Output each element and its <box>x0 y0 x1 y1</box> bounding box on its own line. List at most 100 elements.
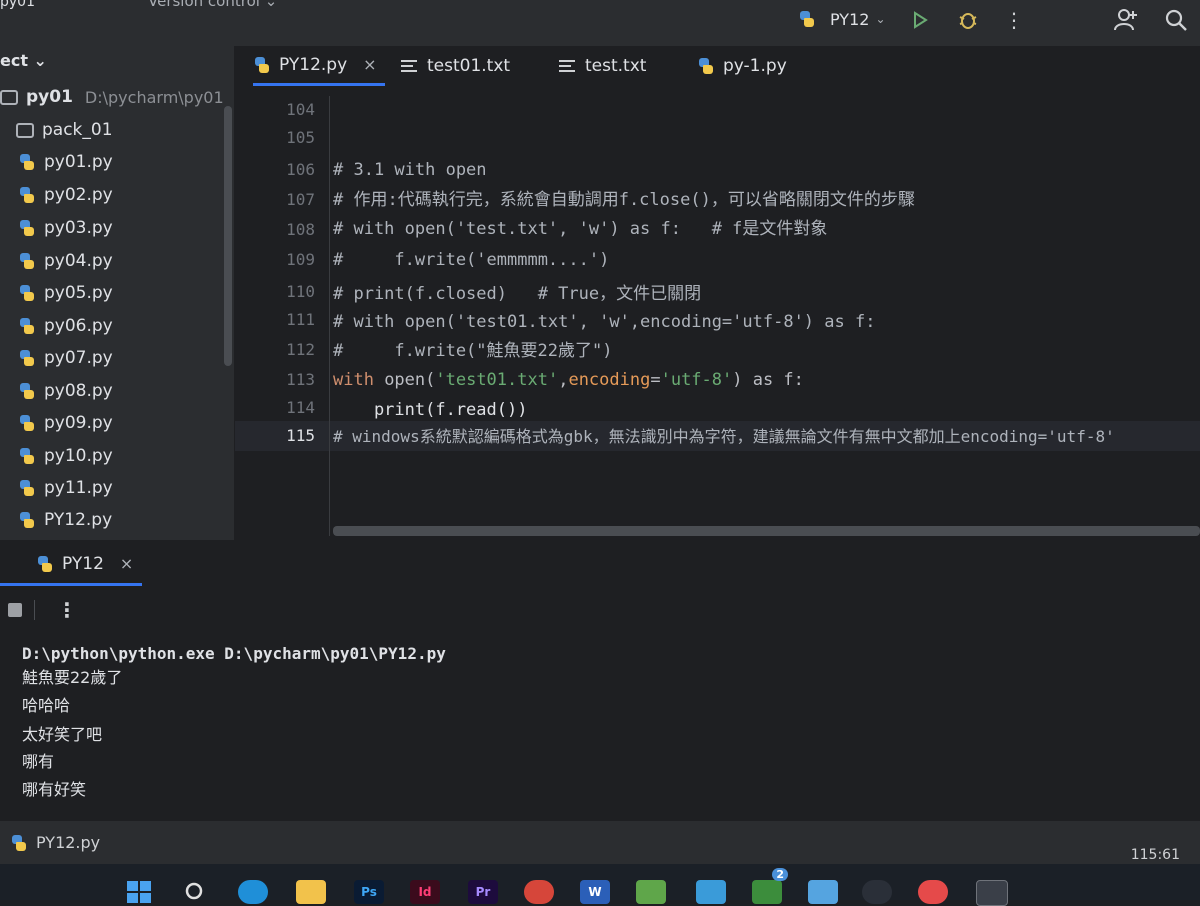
search-icon[interactable] <box>1162 6 1190 34</box>
folder-icon <box>0 89 18 105</box>
python-icon <box>18 447 36 465</box>
more-icon[interactable]: ⋮ <box>57 598 77 622</box>
code-line-106[interactable]: # 3.1 with open <box>333 156 487 184</box>
app-icon[interactable] <box>696 880 726 904</box>
code-line-107[interactable]: # 作用:代碼執行完，系統會自動調用f.close()，可以省略關閉文件的步驟 <box>333 186 915 214</box>
python-icon <box>18 284 36 302</box>
code-editor: PY12.py × test01.txt test.txt py-1.py 104 105… <box>235 46 1200 540</box>
sidebar-item-py09-py[interactable]: py09.py <box>18 408 113 438</box>
line-number-gutter: 104 105 106 107 108 109 110 111 112 113 114 115 <box>235 96 330 536</box>
sidebar-item-label: py04.py <box>44 251 113 271</box>
photoshop-icon[interactable]: Ps <box>354 880 384 904</box>
tab-py-1-py[interactable]: py-1.py <box>697 46 787 86</box>
project-panel-header[interactable]: ect ⌄ <box>0 46 47 74</box>
code-line-115[interactable]: # windows系統默認編碼格式為gbk，無法識別中為字符，建議無論文件有無中… <box>333 423 1115 451</box>
notes-icon[interactable] <box>808 880 838 904</box>
code-token: ) as f: <box>732 370 804 390</box>
python-icon <box>18 414 36 432</box>
code-line-114[interactable]: print(f.read()) <box>333 396 528 424</box>
edge-icon[interactable] <box>238 880 268 904</box>
xbox-icon[interactable]: 2 <box>752 868 788 904</box>
sidebar-item-py03-py[interactable]: py03.py <box>18 213 113 243</box>
code-line-109[interactable]: # f.write('emmmmm....') <box>333 246 609 274</box>
debug-icon[interactable] <box>954 6 982 34</box>
sidebar-item-label: py09.py <box>44 413 113 433</box>
console-output-line: 鮭魚要22歲了 <box>22 668 123 687</box>
tree-root[interactable]: py01 D:\pycharm\py01 <box>0 82 224 112</box>
version-control-menu[interactable]: Version control ⌄ <box>148 0 277 10</box>
close-icon[interactable]: × <box>363 55 376 74</box>
sidebar-item-py05-py[interactable]: py05.py <box>18 278 113 308</box>
line-number: 113 <box>286 370 315 389</box>
sidebar-scrollbar[interactable] <box>224 106 232 366</box>
more-icon[interactable]: ⋮ <box>1000 6 1028 34</box>
sidebar-item-py07-py[interactable]: py07.py <box>18 343 113 373</box>
steam-icon[interactable] <box>862 880 892 904</box>
code-line-112[interactable]: # f.write("鮭魚要22歲了") <box>333 337 612 365</box>
sidebar-item-py08-py[interactable]: py08.py <box>18 376 113 406</box>
chrome-icon[interactable] <box>524 880 554 904</box>
tab-test01-txt[interactable]: test01.txt <box>401 46 510 86</box>
status-file-breadcrumb[interactable]: PY12.py <box>10 833 100 852</box>
sidebar-item-label: PY12.py <box>44 510 113 530</box>
chevron-down-icon: ⌄ <box>875 12 886 26</box>
start-icon[interactable] <box>124 880 154 904</box>
console-output-line: 哪有好笑 <box>22 780 87 799</box>
tab-test-txt[interactable]: test.txt <box>559 46 646 86</box>
line-number: 108 <box>286 220 315 239</box>
minecraft-icon[interactable] <box>636 880 666 904</box>
line-number: 106 <box>286 160 315 179</box>
add-user-icon[interactable] <box>1112 6 1140 34</box>
close-icon[interactable]: × <box>120 554 133 573</box>
chat-icon[interactable] <box>918 880 948 904</box>
code-line-113[interactable]: with open('test01.txt',encoding='utf-8')… <box>333 366 804 394</box>
line-number: 111 <box>286 310 315 329</box>
run-tool-window: PY12 × ⋮ D:\python\python.exe D:\pycharm… <box>0 540 1200 820</box>
top-toolbar: py01 Version control ⌄ PY12 ⌄ ⋮ <box>0 0 1200 46</box>
console-output-line: 哈哈哈 <box>22 696 71 715</box>
project-tree-panel: ect ⌄ py01 D:\pycharm\py01 pack_01 py01.p… <box>0 46 235 540</box>
caret-position[interactable]: 115:61 <box>1131 847 1180 863</box>
code-line-111[interactable]: # with open('test01.txt', 'w',encoding='… <box>333 308 875 336</box>
sidebar-item-py01-py[interactable]: py01.py <box>18 147 113 177</box>
sidebar-item-py11-py[interactable]: py11.py <box>18 473 113 503</box>
indesign-icon[interactable]: Id <box>410 880 440 904</box>
run-toolbar: ⋮ <box>0 592 77 628</box>
premiere-icon[interactable]: Pr <box>468 880 498 904</box>
string-token: 'test01.txt' <box>435 370 559 390</box>
code-line-110[interactable]: # print(f.closed) # True，文件已關閉 <box>333 280 701 308</box>
editor-horizontal-scrollbar[interactable] <box>333 526 1200 536</box>
python-icon <box>18 186 36 204</box>
word-icon[interactable]: W <box>580 880 610 904</box>
string-token: 'utf-8' <box>660 370 733 390</box>
notification-badge: 2 <box>772 868 788 881</box>
root-path: D:\pycharm\py01 <box>84 87 224 107</box>
run-icon[interactable] <box>906 6 934 34</box>
file-explorer-icon[interactable] <box>296 880 326 904</box>
sidebar-item-py10-py[interactable]: py10.py <box>18 441 113 471</box>
stop-icon[interactable] <box>8 603 22 617</box>
tab-py12-py[interactable]: PY12.py × <box>253 46 385 86</box>
tab-label: test01.txt <box>427 56 511 76</box>
run-tab[interactable]: PY12 × <box>0 544 142 586</box>
sidebar-item-py02-py[interactable]: py02.py <box>18 180 113 210</box>
project-switcher[interactable]: py01 <box>0 0 35 10</box>
code-line-108[interactable]: # with open('test.txt', 'w') as f: # f是文… <box>333 215 827 243</box>
run-config-selector[interactable]: PY12 ⌄ <box>798 6 886 32</box>
line-number: 110 <box>286 282 315 301</box>
code-token: , <box>558 370 569 390</box>
sidebar-item-label: py07.py <box>44 348 113 368</box>
python-icon <box>18 511 36 529</box>
root-name: py01 <box>26 87 73 107</box>
sidebar-item-py04-py[interactable]: py04.py <box>18 246 113 276</box>
python-icon <box>697 57 715 75</box>
folder-icon <box>16 122 34 138</box>
sidebar-item-label: py10.py <box>44 446 113 466</box>
pycharm-icon[interactable] <box>976 880 1008 906</box>
text-file-icon <box>401 60 417 72</box>
sidebar-item-label: py03.py <box>44 218 113 238</box>
search-icon[interactable] <box>180 880 210 904</box>
sidebar-item-py12-py[interactable]: PY12.py <box>18 505 112 535</box>
sidebar-item-pack-01[interactable]: pack_01 <box>16 115 113 145</box>
sidebar-item-py06-py[interactable]: py06.py <box>18 311 113 341</box>
